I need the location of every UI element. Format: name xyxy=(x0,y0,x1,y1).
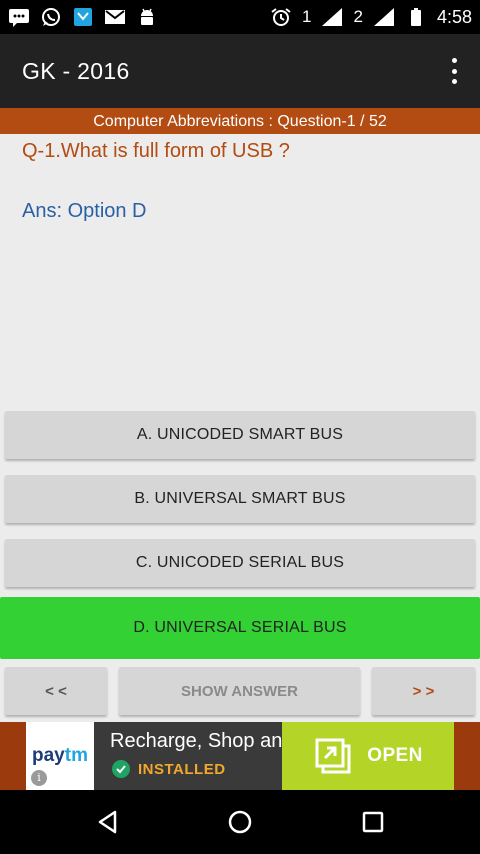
brand-pay: pay xyxy=(32,745,65,766)
info-icon[interactable]: i xyxy=(31,770,47,786)
question-header: Computer Abbreviations : Question-1 / 52 xyxy=(0,108,480,134)
ad-content[interactable]: Recharge, Shop and more INSTALLED xyxy=(94,722,282,790)
alarm-icon xyxy=(271,8,291,26)
installed-label: INSTALLED xyxy=(138,760,226,778)
battery-icon xyxy=(410,8,421,26)
clock: 4:58 xyxy=(436,6,472,27)
answer-text: Ans: Option D xyxy=(22,200,147,222)
option-d-button[interactable]: D. UNIVERSAL SERIAL BUS xyxy=(0,597,480,659)
show-answer-button[interactable]: SHOW ANSWER xyxy=(119,667,360,715)
option-b-button[interactable]: B. UNIVERSAL SMART BUS xyxy=(5,475,475,523)
sim2-label: 2 xyxy=(353,7,363,26)
signal-icon xyxy=(373,8,394,26)
previous-button[interactable]: < < xyxy=(5,667,107,715)
check-icon xyxy=(112,760,130,778)
mail-icon xyxy=(105,10,125,24)
notification-icons xyxy=(8,7,158,27)
open-button[interactable]: OPEN xyxy=(282,722,454,790)
app-title: GK - 2016 xyxy=(22,57,130,84)
home-icon[interactable] xyxy=(224,806,256,838)
app-bar: GK - 2016 xyxy=(0,34,480,108)
app-icon xyxy=(74,8,92,26)
ad-headline: Recharge, Shop and more xyxy=(110,730,282,752)
status-bar: 1 2 4:58 xyxy=(0,0,480,34)
recents-icon[interactable] xyxy=(357,806,389,838)
open-external-icon xyxy=(315,738,351,774)
open-label: OPEN xyxy=(367,745,423,766)
ad-banner[interactable]: paytm i Recharge, Shop and more INSTALLE… xyxy=(0,722,480,790)
ad-status: INSTALLED xyxy=(112,760,226,778)
signal-icon xyxy=(322,8,343,26)
next-button[interactable]: > > xyxy=(372,667,475,715)
system-nav-bar xyxy=(0,790,480,854)
option-c-button[interactable]: C. UNICODED SERIAL BUS xyxy=(5,539,475,587)
question-text: Q-1.What is full form of USB ? xyxy=(22,140,290,162)
brand-tm: tm xyxy=(64,745,88,766)
whatsapp-icon xyxy=(42,8,60,26)
option-a-button[interactable]: A. UNICODED SMART BUS xyxy=(5,411,475,459)
android-icon xyxy=(141,8,153,25)
more-vert-icon[interactable] xyxy=(450,58,458,84)
sim1-label: 1 xyxy=(302,7,312,26)
system-status: 1 2 4:58 xyxy=(270,7,472,28)
back-icon[interactable] xyxy=(92,806,124,838)
message-icon xyxy=(9,9,29,27)
